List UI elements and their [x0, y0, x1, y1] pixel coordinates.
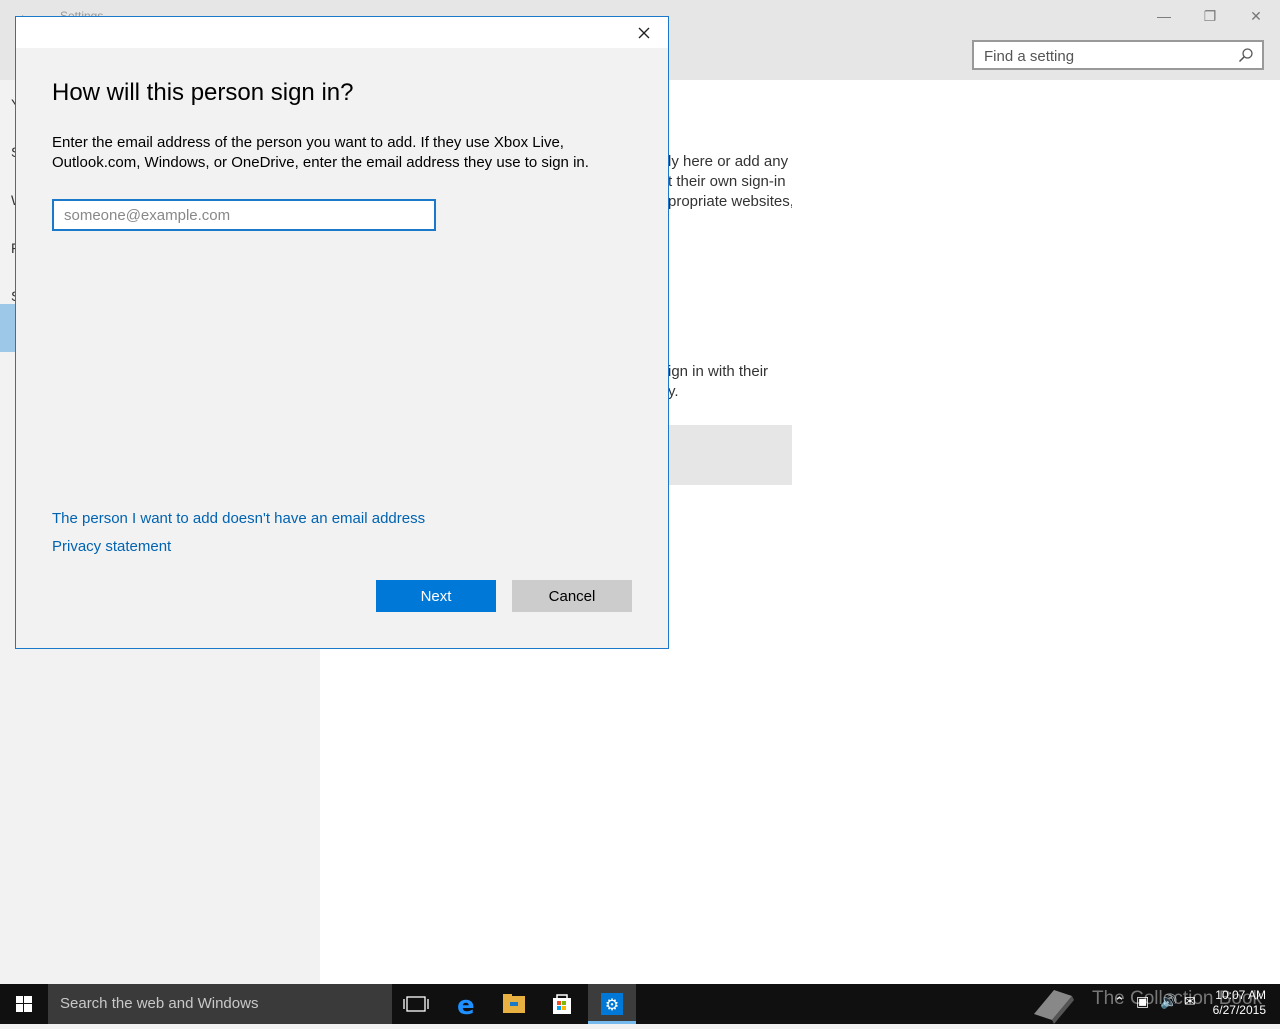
notifications-icon[interactable]: ✉	[1184, 993, 1196, 1010]
add-person-dialog: How will this person sign in? Enter the …	[15, 16, 669, 649]
store-icon[interactable]	[538, 984, 586, 1024]
taskbar-search-box[interactable]: Search the web and Windows	[48, 984, 392, 1024]
nav-selected-indicator	[0, 304, 16, 352]
close-icon[interactable]	[634, 23, 654, 43]
close-window-icon[interactable]: ✕	[1236, 4, 1276, 28]
cancel-button[interactable]: Cancel	[512, 580, 632, 612]
dialog-title: How will this person sign in?	[52, 79, 354, 106]
tray-chevron-icon[interactable]: ⌃	[1114, 994, 1125, 1010]
svg-text:⚙: ⚙	[605, 995, 619, 1014]
settings-app-icon[interactable]: ⚙	[588, 984, 636, 1024]
content-text: t their own sign-in	[668, 173, 786, 190]
add-family-member-button-bg[interactable]	[668, 425, 792, 485]
svg-text:e: e	[457, 991, 475, 1021]
taskbar: Search the web and Windows e ⚙ The Colle…	[0, 984, 1280, 1024]
dialog-titlebar	[16, 17, 668, 48]
content-text: propriate websites,	[668, 193, 792, 210]
clock[interactable]: 10:07 AM 6/27/2015	[1213, 988, 1266, 1018]
edge-browser-icon[interactable]: e	[442, 984, 490, 1024]
content-text: ly here or add any	[668, 153, 789, 170]
volume-icon[interactable]: 🔊	[1160, 993, 1177, 1010]
email-field[interactable]	[52, 199, 436, 231]
content-text: ign in with their	[668, 363, 769, 380]
clock-date: 6/27/2015	[1212, 1003, 1266, 1017]
no-email-link[interactable]: The person I want to add doesn't have an…	[52, 510, 425, 527]
taskbar-search-placeholder: Search the web and Windows	[60, 995, 259, 1012]
task-view-icon[interactable]	[392, 984, 440, 1024]
search-icon	[1238, 48, 1253, 63]
privacy-statement-link[interactable]: Privacy statement	[52, 538, 171, 555]
dialog-description: Enter the email address of the person yo…	[52, 134, 589, 171]
restore-icon[interactable]: ❐	[1190, 4, 1230, 28]
system-tray: The Collection Book ⌃ ▣ 🔊 ✉ 10:07 AM 6/2…	[1020, 984, 1280, 1024]
book-logo-icon	[1034, 990, 1074, 1024]
clock-time: 10:07 AM	[1215, 988, 1266, 1002]
next-button[interactable]: Next	[376, 580, 496, 612]
minimize-icon[interactable]: —	[1144, 4, 1184, 28]
network-icon[interactable]: ▣	[1136, 993, 1149, 1010]
content-text: y.	[668, 383, 679, 400]
find-setting-search-box[interactable]: Find a setting	[972, 40, 1264, 70]
windows-logo-icon	[16, 996, 32, 1012]
file-explorer-icon[interactable]	[490, 984, 538, 1024]
find-setting-placeholder: Find a setting	[984, 48, 1075, 65]
start-button[interactable]	[0, 984, 48, 1024]
